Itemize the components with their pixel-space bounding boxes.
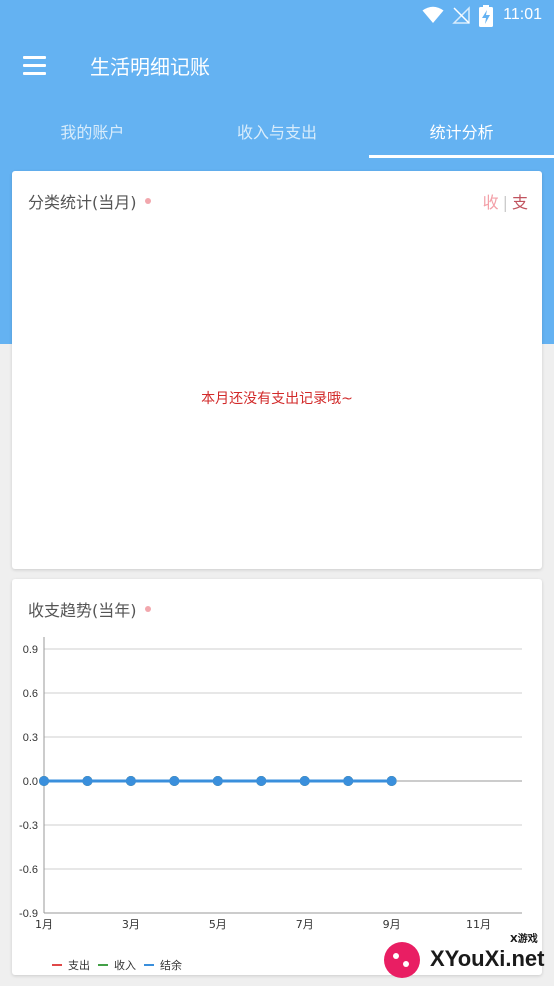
- status-bar: 11:01: [0, 0, 554, 32]
- x-tick-label: 7月: [296, 918, 314, 931]
- toggle-expense-button[interactable]: 支: [512, 193, 528, 212]
- legend-item-expense: 支出: [52, 957, 90, 973]
- y-tick-label: 0.6: [23, 688, 38, 700]
- y-tick-label: 0.0: [23, 776, 38, 788]
- app-bar: 生活明细记账: [0, 32, 554, 98]
- tab-income-expense[interactable]: 收入与支出: [185, 98, 370, 158]
- battery-charging-icon: [479, 5, 493, 27]
- legend-swatch-income: [98, 964, 108, 966]
- y-tick-label: 0.3: [23, 732, 38, 744]
- legend-label-expense: 支出: [68, 959, 90, 972]
- empty-state-message: 本月还没有支出记录哦~: [201, 391, 353, 407]
- no-signal-icon: [452, 6, 470, 24]
- watermark-logo: XYouXi.net X游戏: [384, 932, 545, 978]
- x-tick-label: 1月: [35, 918, 53, 931]
- data-point-结余: [256, 776, 267, 786]
- legend-label-income: 收入: [114, 959, 136, 972]
- y-tick-label: -0.3: [19, 820, 38, 832]
- toggle-income-button[interactable]: 收: [483, 193, 499, 212]
- app-title: 生活明细记账: [90, 55, 210, 79]
- data-point-结余: [169, 776, 180, 786]
- category-card-title: 分类统计(当月): [28, 189, 151, 213]
- legend-label-balance: 结余: [160, 959, 182, 972]
- data-point-结余: [299, 776, 310, 786]
- trend-line-chart: 0.90.60.30.0-0.3-0.6-0.91月 3月 5月 7月 9月 11月: [19, 637, 522, 931]
- legend-item-income: 收入: [98, 957, 136, 973]
- watermark-small-text: X游戏: [510, 932, 538, 945]
- x-tick-label: 3月: [122, 918, 140, 931]
- hamburger-menu-icon[interactable]: [16, 50, 52, 80]
- chart-legend: 支出 收入 结余: [52, 957, 190, 973]
- wifi-icon: [422, 6, 444, 23]
- tab-my-accounts[interactable]: 我的账户: [0, 98, 185, 158]
- status-time: 11:01: [503, 6, 542, 23]
- data-point-结余: [343, 776, 354, 786]
- data-point-结余: [125, 776, 136, 786]
- trend-card: 收支趋势(当年) 0.9 0.6 0.3 0.0 -0.3 -0.6 -0.9 1月 3月 5月 7…: [12, 579, 542, 975]
- watermark-text: XYouXi.net: [430, 946, 545, 971]
- x-tick-label: 5月: [209, 918, 227, 931]
- data-point-结余: [82, 776, 93, 786]
- y-tick-label: -0.6: [19, 864, 38, 876]
- legend-item-balance: 结余: [144, 957, 182, 973]
- legend-swatch-expense: [52, 964, 62, 966]
- category-stats-card: 分类统计(当月) 收 | 支 本月还没有支出记录哦~: [12, 171, 542, 569]
- toggle-separator: |: [502, 193, 508, 212]
- income-expense-toggle: 收 | 支: [483, 189, 528, 213]
- y-tick-label: 0.9: [23, 644, 38, 656]
- legend-swatch-balance: [144, 964, 154, 966]
- category-card-title-text: 分类统计(当月): [28, 193, 137, 212]
- tab-statistics[interactable]: 统计分析: [369, 98, 554, 158]
- data-point-结余: [386, 776, 397, 786]
- tab-bar: 我的账户 收入与支出 统计分析: [0, 98, 554, 158]
- status-dot-icon: [144, 198, 151, 204]
- data-point-结余: [212, 776, 223, 786]
- data-point-结余: [39, 776, 49, 786]
